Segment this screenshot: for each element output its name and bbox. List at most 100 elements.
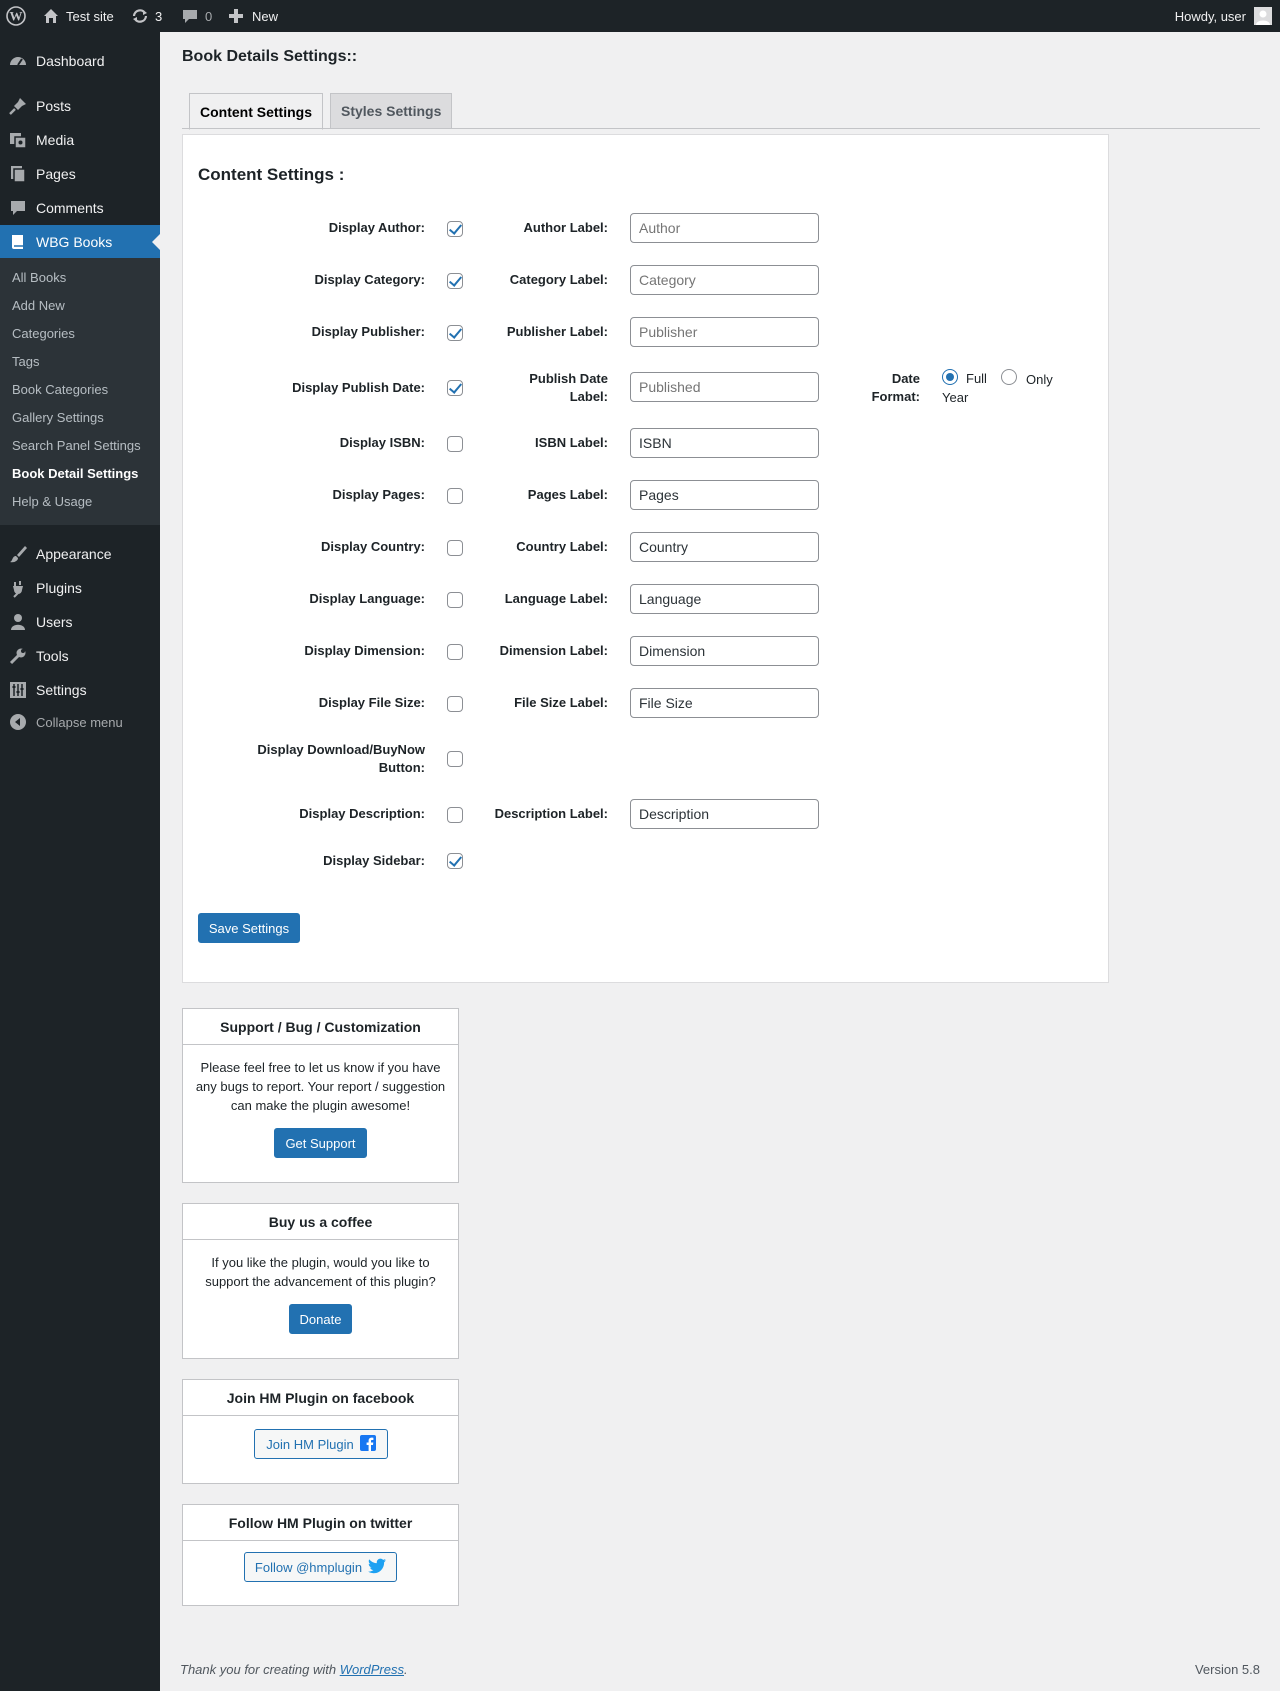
submenu-item-all-books[interactable]: All Books xyxy=(12,270,66,285)
new-label: New xyxy=(252,8,279,24)
file-size-label-label: File Size Label: xyxy=(514,695,608,710)
display-author-label: Display Author: xyxy=(328,220,425,235)
coffee-box-text: If you like the plugin, would you like t… xyxy=(205,1255,436,1289)
save-settings-button[interactable]: Save Settings xyxy=(198,913,300,943)
tab-content-settings[interactable]: Content Settings xyxy=(189,93,323,130)
submenu-item-tags[interactable]: Tags xyxy=(12,354,39,369)
footer-thanks-prefix: Thank you for creating with xyxy=(180,1662,340,1677)
publisher-label-input[interactable]: Publisher xyxy=(630,317,819,347)
sidebar-item-label: Pages xyxy=(36,166,76,182)
sidebar-item-media[interactable]: Media xyxy=(0,123,160,157)
sidebar-item-plugins[interactable]: Plugins xyxy=(0,571,160,605)
pages-icon xyxy=(8,164,28,184)
svg-text:W: W xyxy=(10,9,23,24)
language-label-label: Language Label: xyxy=(504,591,608,606)
my-account-link[interactable]: Howdy, user xyxy=(1175,0,1272,32)
page-title: Book Details Settings:: xyxy=(182,48,358,65)
book-icon xyxy=(8,232,28,252)
file-size-label-input[interactable]: File Size xyxy=(630,688,819,718)
admin-bar: W Test site 3 0 New Howdy, user xyxy=(0,0,1280,32)
follow-twitter-button[interactable]: Follow @hmplugin xyxy=(244,1552,397,1582)
author-label-input[interactable]: Author xyxy=(630,213,819,243)
pages-label-input[interactable]: Pages xyxy=(630,480,819,510)
submenu-item-book-detail-settings[interactable]: Book Detail Settings xyxy=(12,466,138,481)
country-label-input[interactable]: Country xyxy=(630,532,819,562)
new-content-link[interactable]: New xyxy=(228,0,278,32)
facebook-box-title: Join HM Plugin on facebook xyxy=(183,1380,458,1416)
plus-icon xyxy=(228,8,244,24)
coffee-box-title: Buy us a coffee xyxy=(183,1204,458,1240)
sidebar-item-pages[interactable]: Pages xyxy=(0,157,160,191)
collapse-menu-button[interactable]: Collapse menu xyxy=(0,705,160,739)
updates-count: 3 xyxy=(155,8,163,24)
plugin-icon xyxy=(8,578,28,598)
submenu-item-add-new[interactable]: Add New xyxy=(12,298,65,313)
isbn-label-label: ISBN Label: xyxy=(535,435,608,450)
site-name: Test site xyxy=(66,8,114,24)
sidebar-item-wbg-books[interactable]: WBG Books xyxy=(0,225,160,259)
sidebar-item-comments[interactable]: Comments xyxy=(0,191,160,225)
publish-date-label-input[interactable]: Published xyxy=(630,372,819,402)
comment-icon xyxy=(8,198,28,218)
wbg-books-submenu: All Books Add New Categories Tags Book C… xyxy=(0,258,160,525)
sidebar-item-posts[interactable]: Posts xyxy=(0,89,160,123)
get-support-button[interactable]: Get Support xyxy=(274,1128,367,1158)
wordpress-link[interactable]: WordPress xyxy=(340,1662,404,1677)
sidebar-item-tools[interactable]: Tools xyxy=(0,639,160,673)
updates-link[interactable]: 3 xyxy=(131,0,162,32)
isbn-label-input[interactable]: ISBN xyxy=(630,428,819,458)
display-publish-date-label: Display Publish Date: xyxy=(292,380,425,395)
wordpress-logo-icon[interactable]: W xyxy=(6,0,26,32)
tab-styles-settings[interactable]: Styles Settings xyxy=(330,93,453,129)
wrench-icon xyxy=(8,646,28,666)
join-facebook-label: Join HM Plugin xyxy=(266,1436,354,1452)
submenu-item-gallery-settings[interactable]: Gallery Settings xyxy=(12,410,104,425)
sidebar-item-label: Appearance xyxy=(36,546,112,562)
facebook-box: Join HM Plugin on facebook Join HM Plugi… xyxy=(182,1379,459,1484)
submenu-item-categories[interactable]: Categories xyxy=(12,326,75,341)
sidebar-item-appearance[interactable]: Appearance xyxy=(0,537,160,571)
join-facebook-button[interactable]: Join HM Plugin xyxy=(254,1429,388,1459)
sidebar-item-settings[interactable]: Settings xyxy=(0,673,160,707)
category-label-label: Category Label: xyxy=(509,272,608,287)
display-category-label: Display Category: xyxy=(314,272,425,287)
footer-version: Version 5.8 xyxy=(1194,1662,1260,1677)
twitter-bird-icon xyxy=(368,1558,387,1577)
comments-link[interactable]: 0 xyxy=(181,0,212,32)
display-sidebar-label: Display Sidebar: xyxy=(323,853,425,868)
display-country-label: Display Country: xyxy=(320,539,425,554)
user-icon xyxy=(8,612,28,632)
submenu-item-help-usage[interactable]: Help & Usage xyxy=(12,494,92,509)
submenu-item-book-categories[interactable]: Book Categories xyxy=(12,382,108,397)
language-label-input[interactable]: Language xyxy=(630,584,819,614)
comment-bubble-icon xyxy=(181,7,199,25)
category-label-input[interactable]: Category xyxy=(630,265,819,295)
avatar xyxy=(1254,7,1272,25)
media-icon xyxy=(8,130,28,150)
country-label-label: Country Label: xyxy=(516,539,608,554)
display-pages-label: Display Pages: xyxy=(332,487,426,502)
description-label-input[interactable]: Description xyxy=(630,799,819,829)
sidebar-item-dashboard[interactable]: Dashboard xyxy=(0,44,160,78)
site-name-link[interactable]: Test site xyxy=(42,0,114,32)
sidebar-item-users[interactable]: Users xyxy=(0,605,160,639)
sidebar-item-label: Settings xyxy=(36,682,87,698)
display-sidebar-checkbox[interactable] xyxy=(447,853,463,869)
dimension-label-input[interactable]: Dimension xyxy=(630,636,819,666)
sidebar-item-label: Plugins xyxy=(36,580,82,596)
donate-button[interactable]: Donate xyxy=(289,1304,352,1334)
sidebar-item-label: Dashboard xyxy=(36,53,105,69)
display-publisher-label: Display Publisher: xyxy=(311,324,425,339)
twitter-box: Follow HM Plugin on twitter Follow @hmpl… xyxy=(182,1504,459,1606)
collapse-menu-label: Collapse menu xyxy=(36,714,123,730)
sidebar-item-label: Comments xyxy=(36,200,104,216)
display-download-buynow-checkbox[interactable] xyxy=(447,751,463,767)
sliders-icon xyxy=(8,680,28,700)
submenu-item-search-panel-settings[interactable]: Search Panel Settings xyxy=(12,438,141,453)
footer-thanks-suffix: . xyxy=(404,1662,408,1677)
publisher-label-label: Publisher Label: xyxy=(506,324,608,339)
date-format-only-year-label: Only Year xyxy=(942,372,1053,405)
collapse-arrow-icon xyxy=(8,712,28,732)
refresh-icon xyxy=(131,7,149,25)
display-dimension-label: Display Dimension: xyxy=(304,643,425,658)
